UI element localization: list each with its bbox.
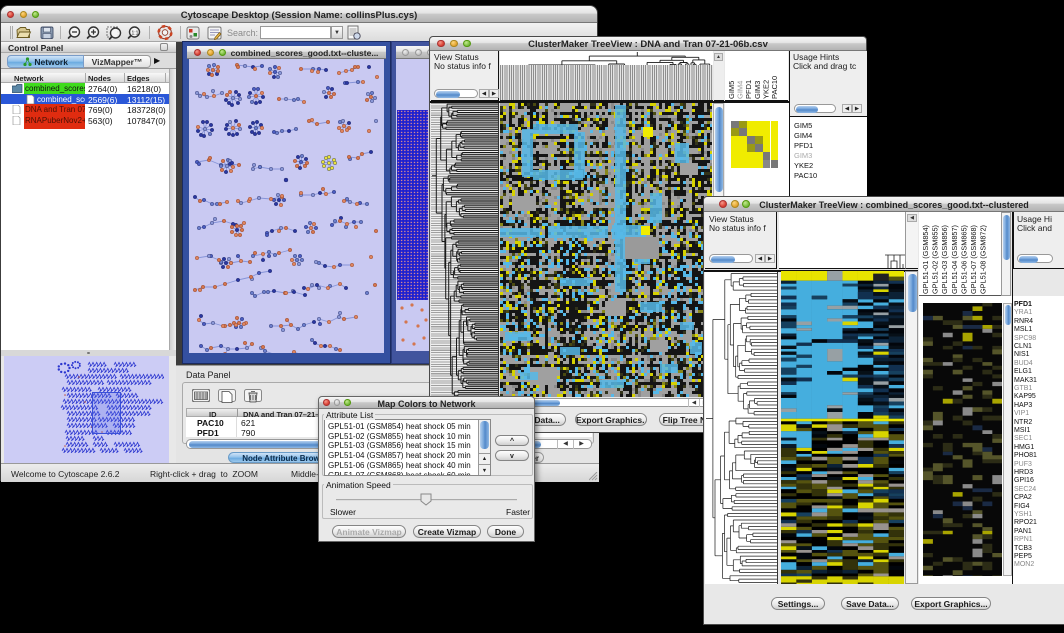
svg-text:GPL51-01 (GSM854): GPL51-01 (GSM854) <box>921 225 930 294</box>
svg-text:1:1: 1:1 <box>132 31 139 37</box>
svg-text:GPL51-03 (GSM856): GPL51-03 (GSM856) <box>940 225 949 294</box>
svg-text:PAC10: PAC10 <box>770 76 779 99</box>
svg-text:GPL51-07 (GSM868): GPL51-07 (GSM868) <box>969 225 978 294</box>
svg-text:GPL51-04 (GSM857): GPL51-04 (GSM857) <box>950 225 959 294</box>
svg-text:GPL51-02 (GSM855): GPL51-02 (GSM855) <box>931 225 940 294</box>
svg-text:GPL51-08 (GSM872): GPL51-08 (GSM872) <box>979 225 988 294</box>
svg-text:GPL51-06 (GSM865): GPL51-06 (GSM865) <box>959 225 968 294</box>
